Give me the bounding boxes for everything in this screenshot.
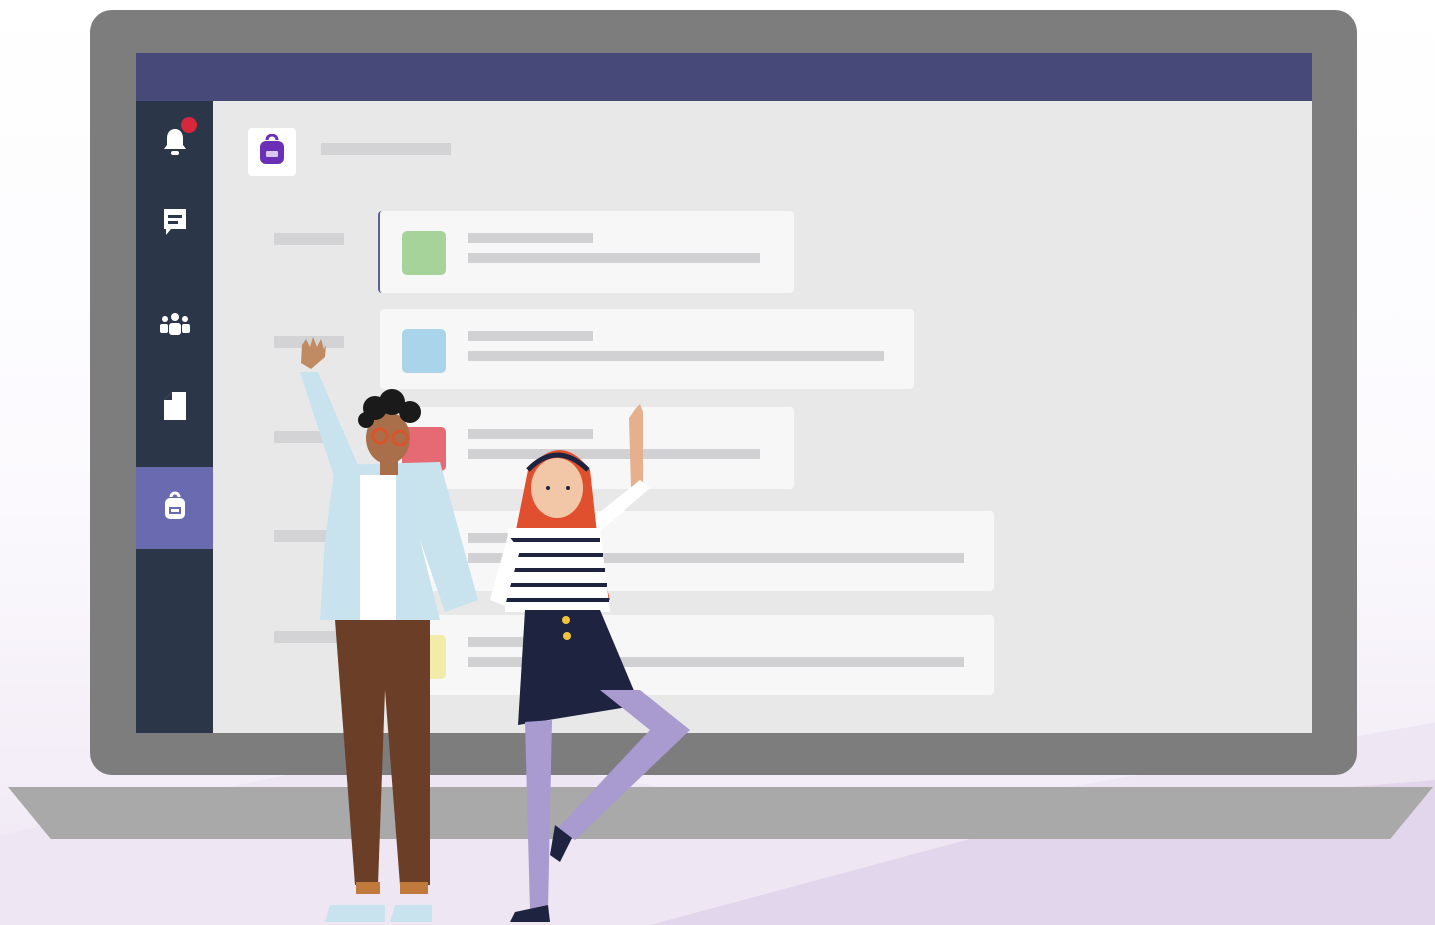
waving-man — [300, 337, 478, 922]
waving-woman — [490, 404, 690, 922]
people-illustration — [300, 337, 690, 922]
